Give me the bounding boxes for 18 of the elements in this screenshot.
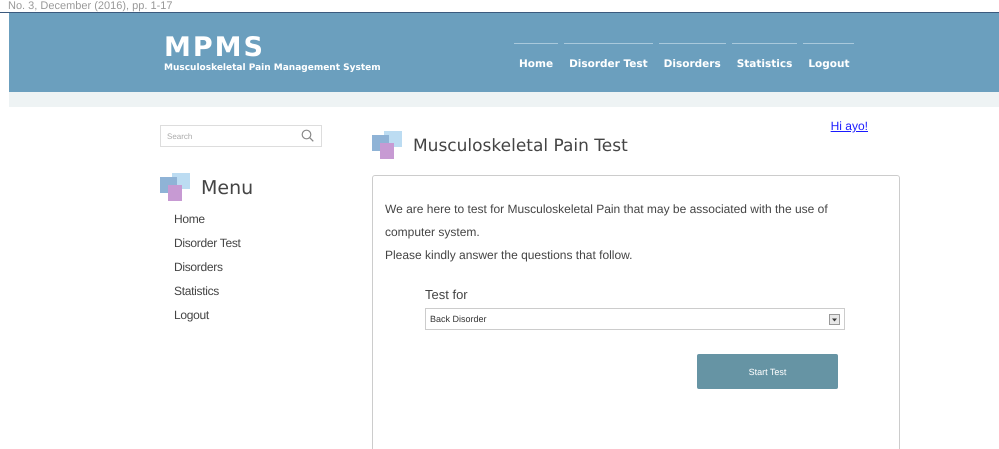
search-field[interactable]: Search [160,125,322,147]
intro-text: We are here to test for Musculoskeletal Pain that may be associated with the use of computer system. [385,201,829,241]
squares-icon [372,131,404,161]
menu-link[interactable]: Logout [160,303,372,327]
user-link[interactable]: Hi ayo! [830,119,868,133]
menu-link[interactable]: Statistics [160,279,372,303]
intro-text: Please kindly answer the questions that follow. [385,247,634,264]
menu-link[interactable]: Disorder Test [160,231,372,255]
test-select[interactable]: Back Disorder [425,308,845,330]
search-icon [301,129,314,142]
page-title: Musculoskeletal Pain Test [413,136,628,156]
menu-link[interactable]: Home [160,207,372,231]
squares-icon [160,173,192,203]
menu-title: Menu [201,177,254,199]
field-label: Test for [425,287,469,302]
dropdown-icon [829,314,840,324]
menu-link[interactable]: Disorders [160,255,372,279]
site-tagline: Musculoskeletal Pain Management System [164,62,382,72]
